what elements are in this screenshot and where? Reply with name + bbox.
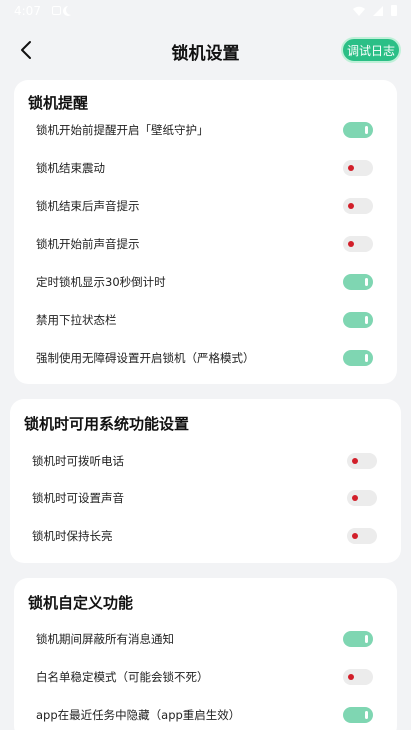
section-custom-functions: 锁机自定义功能 锁机期间屏蔽所有消息通知 白名单稳定模式（可能会锁不死） app… — [14, 578, 397, 730]
setting-label: 锁机时保持长亮 — [32, 529, 113, 543]
debug-log-button[interactable]: 调试日志 — [341, 37, 401, 63]
setting-label: 白名单稳定模式（可能会锁不死） — [36, 670, 209, 684]
setting-row: 锁机开始前提醒开启「壁纸守护」 — [14, 111, 397, 149]
setting-label: 锁机开始前声音提示 — [36, 237, 140, 251]
setting-row: 定时锁机显示30秒倒计时 — [14, 263, 397, 301]
setting-label: 锁机时可拨听电话 — [32, 454, 124, 468]
toggle-switch[interactable] — [347, 453, 377, 469]
section-title: 锁机提醒 — [28, 94, 89, 112]
setting-row: 锁机结束震动 — [14, 149, 397, 187]
toggle-switch[interactable] — [343, 631, 373, 647]
section-title: 锁机自定义功能 — [28, 594, 134, 612]
toggle-switch[interactable] — [343, 160, 373, 176]
battery-icon — [391, 5, 397, 16]
setting-row: 锁机时可设置声音 — [10, 479, 401, 517]
toggle-switch[interactable] — [343, 122, 373, 138]
toggle-switch[interactable] — [343, 669, 373, 685]
header: 锁机设置 调试日志 — [0, 30, 411, 70]
status-bar: 4:07 — [0, 0, 411, 24]
section-title: 锁机时可用系统功能设置 — [24, 415, 190, 433]
setting-row: 禁用下拉状态栏 — [14, 301, 397, 339]
setting-row: 锁机结束后声音提示 — [14, 187, 397, 225]
setting-row: 锁机期间屏蔽所有消息通知 — [14, 620, 397, 658]
setting-label: 强制使用无障碍设置开启锁机（严格模式） — [36, 351, 255, 365]
wifi-icon — [353, 6, 365, 16]
toggle-switch[interactable] — [343, 198, 373, 214]
toggle-switch[interactable] — [343, 274, 373, 290]
toggle-switch[interactable] — [343, 350, 373, 366]
setting-label: 禁用下拉状态栏 — [36, 313, 117, 327]
signal-icon — [373, 5, 383, 16]
status-time: 4:07 — [14, 4, 41, 18]
toggle-switch[interactable] — [347, 528, 377, 544]
setting-row: 锁机开始前声音提示 — [14, 225, 397, 263]
setting-row: 强制使用无障碍设置开启锁机（严格模式） — [14, 339, 397, 377]
toggle-switch[interactable] — [343, 236, 373, 252]
notification-icon — [52, 6, 61, 15]
setting-row: 锁机时可拨听电话 — [10, 442, 401, 480]
do-not-disturb-icon — [66, 5, 76, 15]
setting-label: 锁机结束后声音提示 — [36, 199, 140, 213]
setting-row: 白名单稳定模式（可能会锁不死） — [14, 658, 397, 696]
setting-label: 锁机时可设置声音 — [32, 491, 124, 505]
toggle-switch[interactable] — [347, 490, 377, 506]
setting-label: 锁机开始前提醒开启「壁纸守护」 — [36, 123, 209, 137]
section-system-functions: 锁机时可用系统功能设置 锁机时可拨听电话 锁机时可设置声音 锁机时保持长亮 — [10, 399, 401, 563]
toggle-switch[interactable] — [343, 707, 373, 723]
setting-row: 锁机时保持长亮 — [10, 517, 401, 555]
toggle-switch[interactable] — [343, 312, 373, 328]
setting-label: 定时锁机显示30秒倒计时 — [36, 275, 166, 289]
setting-label: 锁机结束震动 — [36, 161, 105, 175]
setting-row: app在最近任务中隐藏（app重启生效） — [14, 696, 397, 730]
setting-label: 锁机期间屏蔽所有消息通知 — [36, 632, 174, 646]
setting-label: app在最近任务中隐藏（app重启生效） — [36, 708, 241, 722]
section-lock-reminder: 锁机提醒 锁机开始前提醒开启「壁纸守护」 锁机结束震动 锁机结束后声音提示 锁机… — [14, 80, 397, 384]
